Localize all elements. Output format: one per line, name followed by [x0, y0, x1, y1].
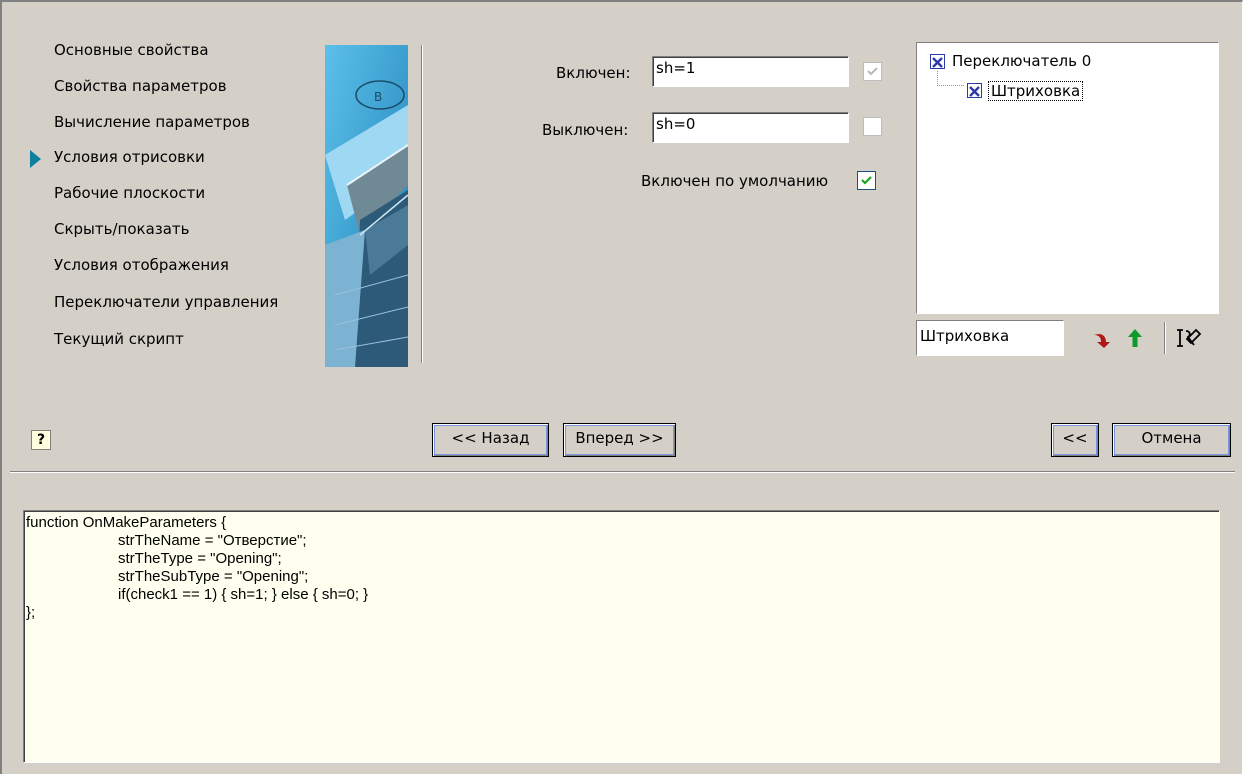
code-line: if(check1 == 1) { sh=1; } else { sh=0; } — [118, 586, 369, 603]
default-on-checkbox[interactable] — [857, 171, 876, 190]
nav-item-current-script[interactable]: Текущий скрипт — [54, 330, 184, 348]
nav-item-basic-properties[interactable]: Основные свойства — [54, 41, 209, 59]
cancel-button[interactable]: Отмена — [1112, 423, 1231, 457]
next-button[interactable]: Вперед >> — [563, 423, 676, 457]
horizontal-divider — [10, 471, 1235, 473]
off-value-field[interactable]: sh=0 — [652, 112, 849, 143]
off-checkbox[interactable] — [863, 117, 882, 136]
tree-root-label[interactable]: Переключатель 0 — [952, 52, 1091, 70]
on-checkbox[interactable] — [863, 62, 882, 81]
script-editor[interactable]: function OnMakeParameters { strTheName =… — [23, 510, 1220, 763]
code-line: strTheName = "Отверстие"; — [118, 532, 307, 549]
back-button[interactable]: << Назад — [432, 423, 549, 457]
vertical-divider — [421, 45, 423, 363]
svg-text:B: B — [374, 90, 382, 104]
checkmark-icon — [867, 67, 878, 76]
help-icon[interactable]: ? — [31, 430, 51, 450]
code-line: }; — [26, 604, 36, 621]
active-step-arrow-icon — [30, 150, 41, 168]
code-line: function OnMakeParameters { — [26, 514, 227, 531]
nav-item-parameter-calculation[interactable]: Вычисление параметров — [54, 113, 250, 131]
x-mark-icon — [932, 57, 943, 68]
nav-item-hide-show[interactable]: Скрыть/показать — [54, 220, 190, 238]
off-label: Выключен: — [542, 121, 629, 139]
cancel-button-label: Отмена — [1141, 429, 1202, 447]
arrow-down-icon[interactable] — [1091, 327, 1113, 349]
nav-item-parameter-properties[interactable]: Свойства параметров — [54, 77, 227, 95]
nav-item-control-switches[interactable]: Переключатели управления — [54, 293, 278, 311]
code-line: strTheType = "Opening"; — [118, 550, 282, 567]
arrow-up-icon[interactable] — [1124, 327, 1146, 349]
switch-tree[interactable]: Переключатель 0 Штриховка — [916, 42, 1219, 314]
back-button-label: << Назад — [451, 429, 530, 447]
tree-root-checkbox[interactable] — [930, 54, 945, 69]
wizard-side-image: B — [325, 45, 408, 367]
on-label: Включен: — [556, 64, 631, 82]
nav-item-display-conditions[interactable]: Условия отображения — [54, 256, 229, 274]
on-value-field[interactable]: sh=1 — [652, 56, 849, 87]
default-on-label: Включен по умолчанию — [641, 172, 829, 190]
nav-item-draw-conditions[interactable]: Условия отрисовки — [54, 148, 205, 166]
nav-item-work-planes[interactable]: Рабочие плоскости — [54, 184, 205, 202]
tree-child-checkbox[interactable] — [967, 83, 982, 98]
switch-name-input[interactable]: Штриховка — [916, 320, 1064, 356]
next-button-label: Вперед >> — [575, 429, 664, 447]
rename-icon[interactable] — [1174, 327, 1204, 349]
tree-child-label[interactable]: Штриховка — [988, 81, 1084, 101]
code-line: strTheSubType = "Opening"; — [118, 568, 309, 585]
checkmark-icon — [861, 176, 872, 185]
toolbar-divider — [1164, 322, 1166, 354]
tree-connector — [937, 71, 965, 86]
x-mark-icon — [969, 86, 980, 97]
collapse-button[interactable]: << — [1051, 423, 1099, 457]
collapse-button-label: << — [1062, 429, 1088, 447]
